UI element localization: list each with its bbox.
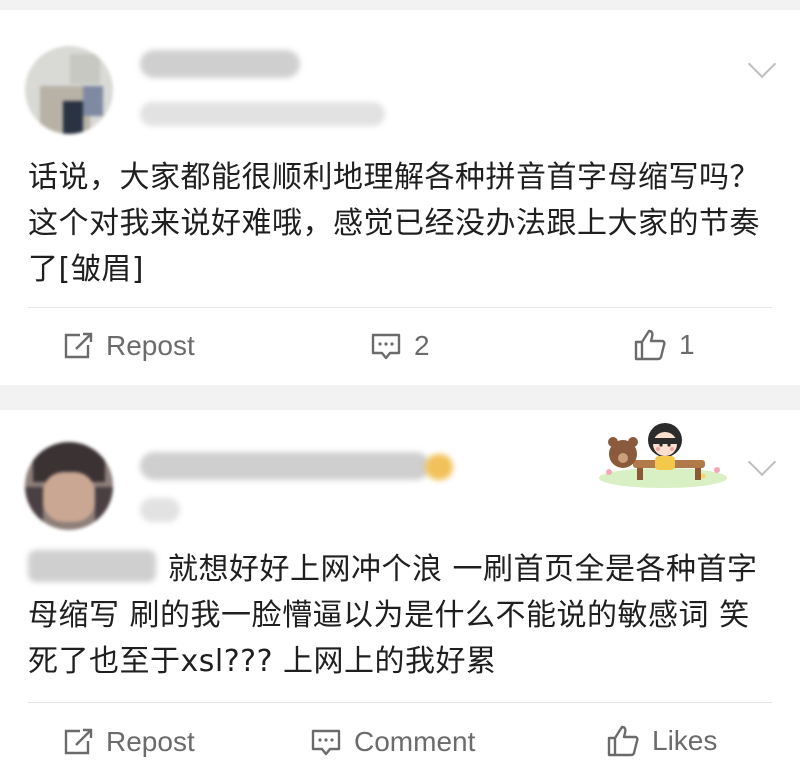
repost-icon xyxy=(64,332,93,359)
divider xyxy=(28,702,772,703)
thumbs-up-icon xyxy=(607,725,639,757)
likes-label: Likes xyxy=(652,725,718,756)
like-count: 1 xyxy=(679,329,695,360)
avatar[interactable] xyxy=(25,442,113,530)
username-blurred[interactable] xyxy=(140,50,300,78)
post-meta-blurred xyxy=(140,102,385,126)
like-button[interactable]: Likes xyxy=(606,724,717,758)
repost-button[interactable]: Repost xyxy=(62,726,195,758)
chevron-down-icon[interactable] xyxy=(747,447,777,477)
cartoon-sticker-icon xyxy=(599,423,727,488)
post-card: 话说，大家都能很顺利地理解各种拼音首字母缩写吗？这个对我来说好难哦，感觉已经没办… xyxy=(0,10,800,385)
comment-button[interactable]: 2 xyxy=(370,330,430,362)
post-text: 就想好好上网冲个浪 一刷首页全是各种首字母缩写 刷的我一脸懵逼以为是什么不能说的… xyxy=(28,552,758,679)
comment-icon xyxy=(311,729,341,756)
repost-label: Repost xyxy=(106,330,195,361)
comment-label: Comment xyxy=(354,726,476,757)
repost-button[interactable]: Repost xyxy=(62,330,195,362)
avatar[interactable] xyxy=(25,46,113,134)
comment-count: 2 xyxy=(414,330,430,361)
post-meta-blurred xyxy=(140,498,180,522)
thumbs-up-icon xyxy=(634,329,666,361)
comment-icon xyxy=(371,333,401,360)
divider xyxy=(28,307,772,308)
user-badge-blurred xyxy=(425,454,453,480)
username-blurred[interactable] xyxy=(140,452,430,480)
chevron-down-icon[interactable] xyxy=(747,49,777,79)
like-button[interactable]: 1 xyxy=(633,328,695,362)
post-text: 话说，大家都能很顺利地理解各种拼音首字母缩写吗？这个对我来说好难哦，感觉已经没办… xyxy=(28,160,760,287)
repost-icon xyxy=(64,728,93,755)
repost-label: Repost xyxy=(106,726,195,757)
comment-button[interactable]: Comment xyxy=(310,726,475,758)
